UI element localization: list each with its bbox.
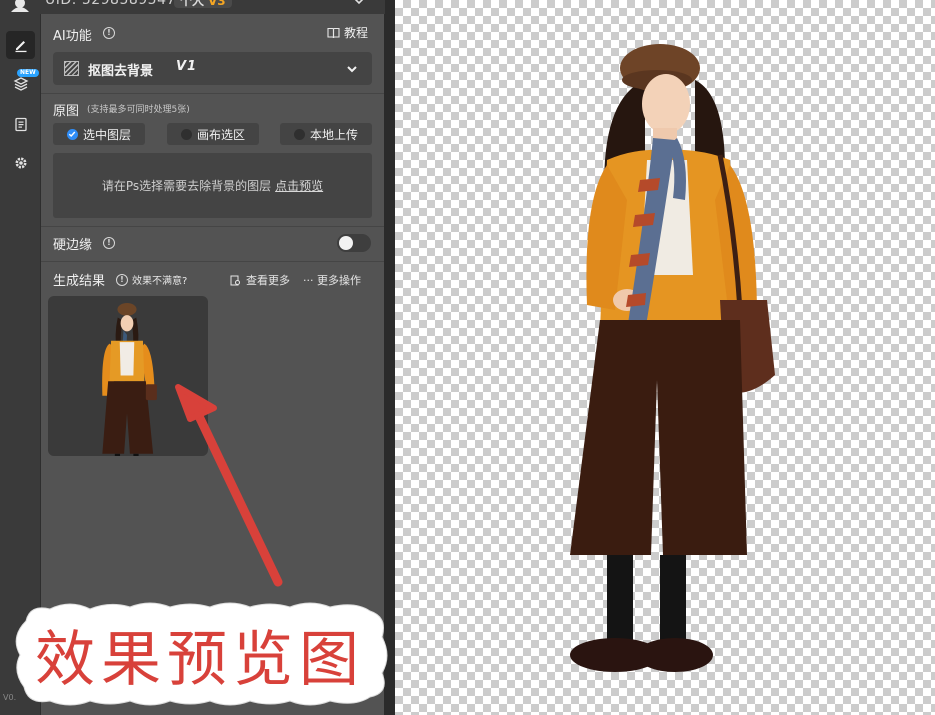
- divider: [41, 261, 384, 262]
- feedback-label: 效果不满意?: [132, 276, 188, 287]
- more-operations-button[interactable]: ··· 更多操作: [303, 272, 361, 288]
- results-label: 生成结果: [53, 274, 106, 289]
- history-tool-button[interactable]: [6, 110, 35, 138]
- book-icon: [327, 27, 340, 38]
- preview-link[interactable]: 点击预览: [275, 177, 323, 194]
- source-drop-area[interactable]: 请在Ps选择需要去除背景的图层 点击预览: [53, 153, 372, 218]
- tutorial-link[interactable]: 教程: [327, 24, 368, 41]
- option-label: 选中图层: [82, 127, 131, 142]
- annotation-text: 效果预览图: [35, 624, 365, 695]
- plan-badge: 个人 V3: [174, 0, 232, 8]
- cutout-icon: [64, 61, 79, 76]
- radio-unchecked-icon: [180, 128, 192, 140]
- plan-label: 个人: [180, 0, 205, 8]
- annotation-sticker: 效果预览图: [10, 601, 390, 707]
- chevron-down-icon[interactable]: [353, 0, 365, 8]
- settings-tool-button[interactable]: [6, 149, 35, 177]
- tutorial-label: 教程: [344, 26, 369, 40]
- edit-tool-button[interactable]: [6, 31, 35, 59]
- radio-checked-icon: [66, 128, 78, 140]
- drop-hint-text: 请在Ps选择需要去除背景的图层: [101, 179, 272, 193]
- feedback-link[interactable]: ! 效果不满意?: [116, 272, 187, 287]
- option-canvas-selection[interactable]: 画布选区: [167, 123, 259, 145]
- source-hint: (支持最多可同时处理5张): [87, 105, 190, 115]
- avatar-icon[interactable]: [9, 0, 31, 12]
- pen-icon: [15, 41, 26, 53]
- divider: [41, 93, 384, 94]
- info-icon[interactable]: !: [103, 27, 115, 39]
- option-label: 本地上传: [309, 127, 358, 142]
- document-search-icon: [230, 275, 240, 285]
- chevron-down-icon: [347, 66, 357, 73]
- info-icon: !: [116, 273, 128, 286]
- gear-icon: [15, 157, 26, 169]
- info-icon[interactable]: !: [103, 237, 115, 249]
- view-more-button[interactable]: 查看更多: [230, 272, 290, 288]
- uid-label: UID: 5298589547: [45, 0, 176, 8]
- photoshop-canvas[interactable]: [395, 0, 935, 715]
- result-figure-image: [102, 303, 157, 456]
- view-more-label: 查看更多: [246, 274, 290, 287]
- selected-function-version: V1: [176, 59, 198, 74]
- hard-edge-label: 硬边缘: [53, 238, 93, 253]
- source-label: 原图: [53, 104, 80, 119]
- layers-icon: [13, 77, 28, 91]
- new-badge: NEW: [17, 69, 39, 77]
- plan-level: V3: [208, 0, 226, 8]
- option-label: 画布选区: [196, 127, 245, 142]
- hard-edge-toggle[interactable]: [337, 234, 371, 252]
- result-thumbnail[interactable]: [48, 296, 208, 456]
- divider: [41, 226, 384, 227]
- cutout-figure-image: [570, 44, 775, 672]
- clipboard-icon: [14, 117, 27, 132]
- ai-function-select[interactable]: 抠图去背景 V1: [53, 52, 372, 85]
- selected-function-name: 抠图去背景: [88, 64, 154, 79]
- account-header: UID: 5298589547 个人 V3: [0, 0, 385, 14]
- option-local-upload[interactable]: 本地上传: [280, 123, 372, 145]
- radio-unchecked-icon: [293, 128, 305, 140]
- ai-function-label: AI功能: [53, 29, 92, 44]
- option-selected-layer[interactable]: 选中图层: [53, 123, 145, 145]
- toggle-knob: [339, 236, 353, 250]
